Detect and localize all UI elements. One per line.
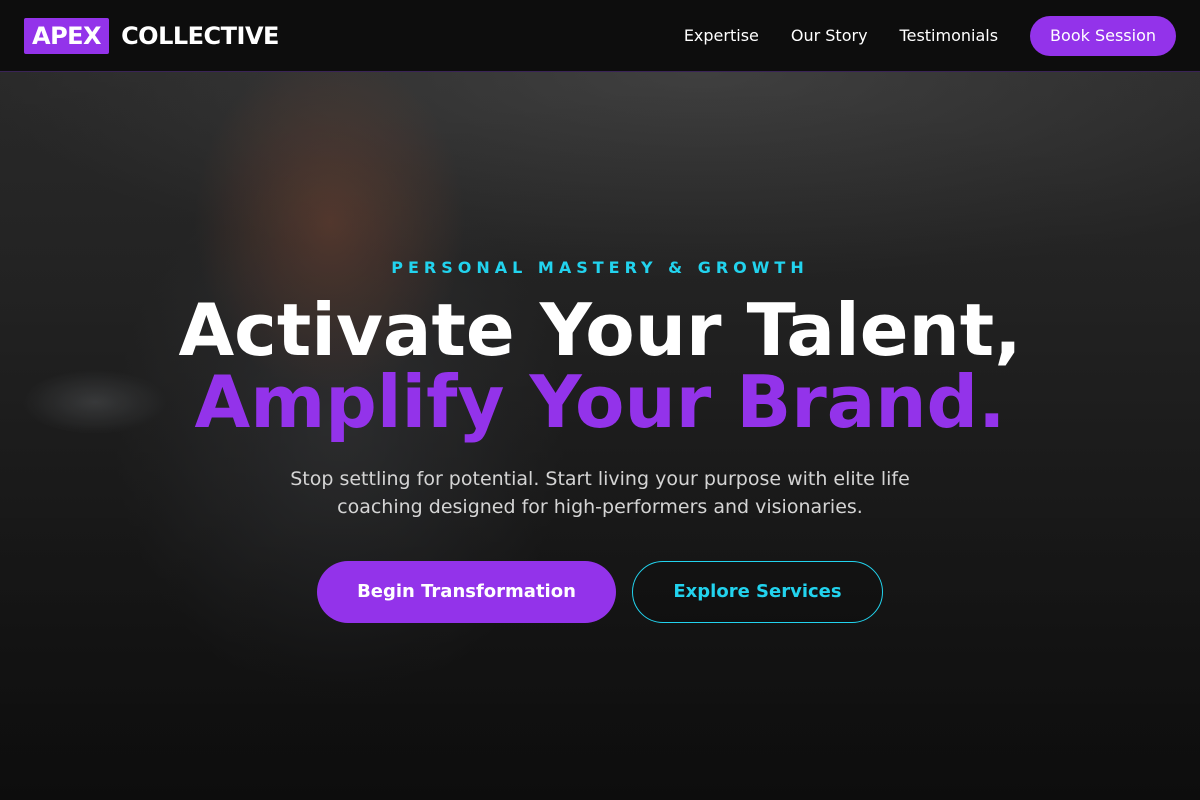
nav-link-expertise[interactable]: Expertise bbox=[684, 26, 759, 45]
book-session-button[interactable]: Book Session bbox=[1030, 15, 1176, 56]
explore-services-button[interactable]: Explore Services bbox=[632, 561, 883, 623]
logo[interactable]: APEX COLLECTIVE bbox=[24, 17, 279, 54]
headline-line-1: Activate Your Talent, bbox=[178, 288, 1022, 372]
hero-cta-row: Begin Transformation Explore Services bbox=[0, 561, 1200, 623]
hero-subcopy: Stop settling for potential. Start livin… bbox=[290, 468, 910, 518]
main-nav: Expertise Our Story Testimonials Book Se… bbox=[684, 15, 1176, 56]
begin-transformation-button[interactable]: Begin Transformation bbox=[317, 561, 616, 623]
hero-eyebrow: PERSONAL MASTERY & GROWTH bbox=[391, 258, 809, 277]
hero-headline: Activate Your Talent, Amplify Your Brand… bbox=[0, 294, 1200, 438]
headline-line-2: Amplify Your Brand. bbox=[194, 360, 1006, 444]
nav-link-our-story[interactable]: Our Story bbox=[791, 26, 868, 45]
site-header: APEX COLLECTIVE Expertise Our Story Test… bbox=[0, 0, 1200, 72]
nav-link-testimonials[interactable]: Testimonials bbox=[900, 26, 999, 45]
logo-wordmark: COLLECTIVE bbox=[121, 21, 279, 50]
hero-section: PERSONAL MASTERY & GROWTH Activate Your … bbox=[0, 72, 1200, 800]
logo-mark: APEX bbox=[24, 17, 110, 54]
